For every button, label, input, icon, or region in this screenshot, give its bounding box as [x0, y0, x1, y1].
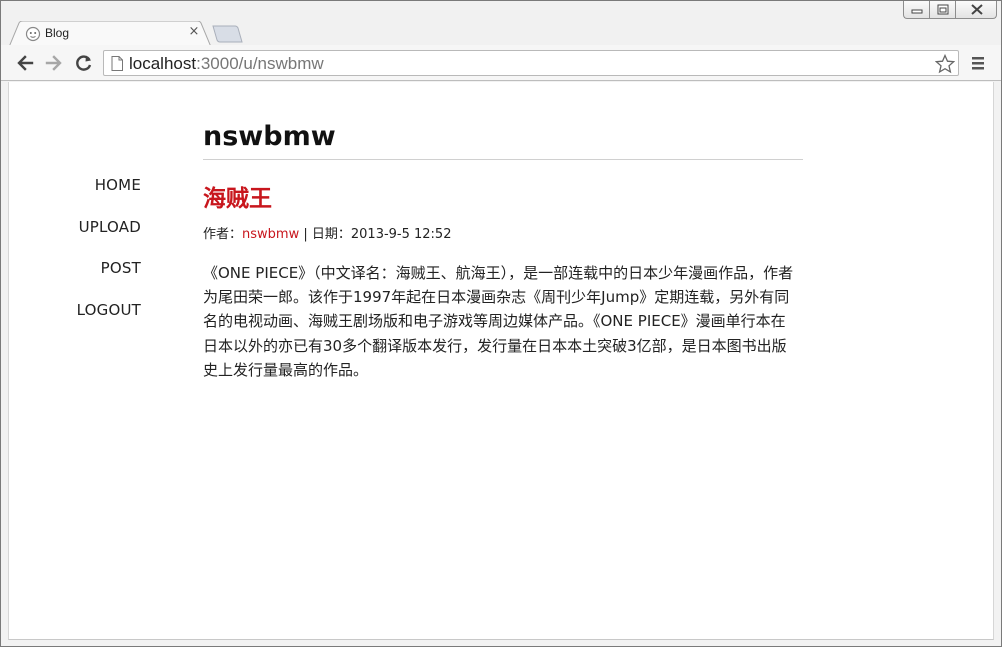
- close-icon: [971, 4, 983, 15]
- page-viewport: HOME UPLOAD POST LOGOUT nswbmw 海贼王 作者：ns…: [8, 82, 994, 640]
- tab-close-icon[interactable]: ×: [187, 24, 201, 40]
- browser-toolbar: localhost:3000/u/nswbmw: [1, 45, 1001, 81]
- star-icon[interactable]: [935, 54, 955, 74]
- tab-blog[interactable]: Blog ×: [9, 21, 211, 47]
- nav-home-link[interactable]: HOME: [9, 175, 141, 195]
- author-link[interactable]: nswbmw: [242, 227, 299, 242]
- main-content: nswbmw 海贼王 作者：nswbmw | 日期：2013-9-5 12:52…: [203, 120, 803, 382]
- nav-logout-link[interactable]: LOGOUT: [9, 300, 141, 320]
- author-label: 作者：: [203, 227, 243, 242]
- forward-arrow-icon[interactable]: [44, 53, 64, 73]
- url-path: :3000/u/nswbmw: [196, 54, 324, 73]
- address-bar[interactable]: localhost:3000/u/nswbmw: [103, 50, 959, 76]
- minimize-icon: [911, 9, 923, 14]
- post-body: 《ONE PIECE》（中文译名：海贼王、航海王），是一部连载中的日本少年漫画作…: [203, 264, 794, 379]
- side-nav: HOME UPLOAD POST LOGOUT: [9, 175, 141, 342]
- post-title[interactable]: 海贼王: [203, 184, 803, 214]
- page-icon: [111, 56, 123, 71]
- nav-upload-link[interactable]: UPLOAD: [9, 217, 141, 237]
- nav-post-link[interactable]: POST: [9, 258, 141, 278]
- maximize-button[interactable]: [929, 1, 955, 19]
- minimize-button[interactable]: [903, 1, 929, 19]
- post-date: 2013-9-5 12:52: [350, 227, 452, 242]
- window-controls: [903, 1, 997, 21]
- menu-icon[interactable]: [970, 55, 986, 71]
- browser-window: Blog × localhost:3000/u/nswbmw HOME UPLO…: [0, 0, 1002, 647]
- tab-strip: Blog ×: [1, 1, 1001, 47]
- reload-icon[interactable]: [74, 53, 94, 73]
- new-tab-button[interactable]: [211, 25, 243, 43]
- date-label: | 日期：: [299, 227, 351, 242]
- page-title: nswbmw: [203, 120, 803, 160]
- restore-icon: [937, 4, 949, 15]
- back-arrow-icon[interactable]: [15, 53, 35, 73]
- post-meta: 作者：nswbmw | 日期：2013-9-5 12:52: [203, 226, 803, 244]
- url-text[interactable]: localhost:3000/u/nswbmw: [129, 54, 324, 74]
- close-window-button[interactable]: [955, 1, 997, 19]
- tab-title: Blog: [45, 26, 70, 40]
- url-host: localhost: [129, 54, 197, 73]
- globe-face-icon: [25, 26, 41, 42]
